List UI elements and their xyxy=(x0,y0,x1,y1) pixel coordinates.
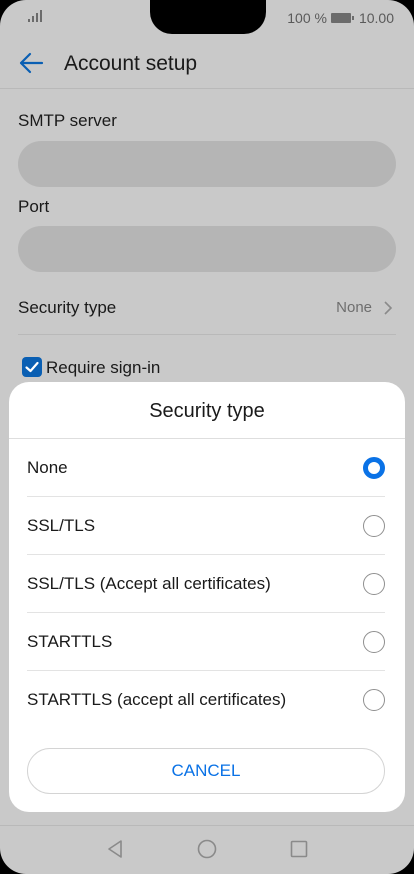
option-starttls[interactable]: STARTTLS xyxy=(27,613,385,671)
arrow-left-icon[interactable] xyxy=(18,50,44,76)
radio-unselected-icon[interactable] xyxy=(363,515,385,537)
require-signin-checkbox[interactable] xyxy=(22,357,42,377)
option-none[interactable]: None xyxy=(27,439,385,497)
security-type-label: Security type xyxy=(18,298,117,317)
smtp-server-label: SMTP server xyxy=(18,111,117,130)
app-bar: Account setup xyxy=(0,40,414,86)
clock: 10.00 xyxy=(358,10,394,26)
require-signin-label: Require sign-in xyxy=(46,358,161,377)
security-type-row[interactable]: Security type None xyxy=(18,290,396,334)
nav-back-icon[interactable] xyxy=(104,838,126,860)
security-type-dialog: Security type None SSL/TLS SSL/TLS (Acce… xyxy=(9,382,405,812)
status-right: 100 % 10.00 xyxy=(287,10,394,26)
chevron-right-icon xyxy=(384,301,393,315)
battery-icon xyxy=(330,13,354,23)
phone-screen: 100 % 10.00 Account setup SMTP server Po… xyxy=(0,0,414,874)
nav-bar xyxy=(0,826,414,874)
option-label: None xyxy=(27,458,68,477)
cancel-button[interactable]: CANCEL xyxy=(27,748,385,794)
option-ssl-tls-accept-all[interactable]: SSL/TLS (Accept all certificates) xyxy=(27,555,385,613)
nav-home-icon[interactable] xyxy=(197,839,217,859)
battery-percent: 100 % xyxy=(287,10,327,26)
security-type-value: None xyxy=(336,299,372,316)
option-label: SSL/TLS xyxy=(27,516,96,535)
app-bar-divider xyxy=(0,88,414,89)
radio-unselected-icon[interactable] xyxy=(363,689,385,711)
smtp-server-input[interactable] xyxy=(18,141,396,187)
page-title: Account setup xyxy=(64,52,198,75)
security-row-divider xyxy=(18,334,396,335)
port-input[interactable] xyxy=(18,226,396,272)
option-label: STARTTLS (accept all certificates) xyxy=(27,690,287,709)
checkmark-icon xyxy=(25,361,39,373)
nav-recent-icon[interactable] xyxy=(290,840,308,858)
port-label: Port xyxy=(18,197,50,216)
radio-unselected-icon[interactable] xyxy=(363,631,385,653)
option-starttls-accept-all[interactable]: STARTTLS (accept all certificates) xyxy=(27,671,385,729)
dialog-title: Security type xyxy=(149,400,265,422)
camera-notch xyxy=(150,0,266,34)
signal-icon xyxy=(28,10,44,22)
option-label: SSL/TLS (Accept all certificates) xyxy=(27,574,271,593)
radio-selected-icon[interactable] xyxy=(363,457,385,479)
option-label: STARTTLS xyxy=(27,632,113,651)
radio-unselected-icon[interactable] xyxy=(363,573,385,595)
status-bar: 100 % 10.00 xyxy=(0,0,414,36)
option-ssl-tls[interactable]: SSL/TLS xyxy=(27,497,385,555)
